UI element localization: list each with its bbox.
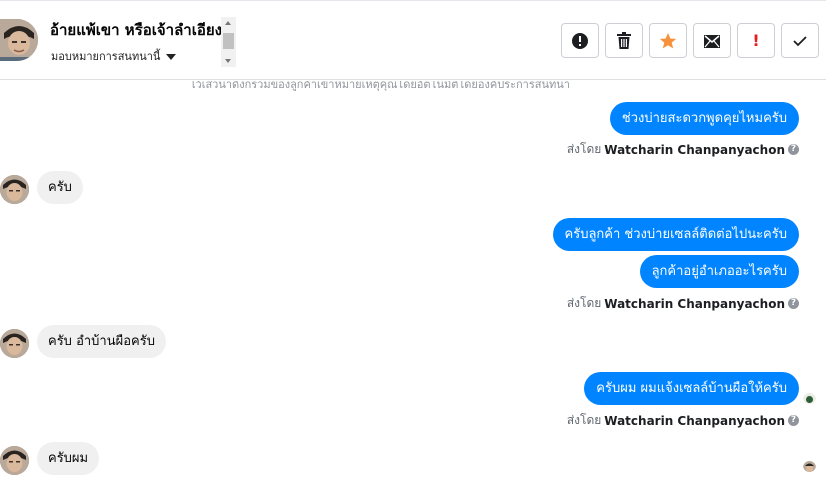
checkmark-icon: [793, 35, 807, 46]
delete-button[interactable]: [605, 23, 643, 58]
conversation-actions: !: [561, 23, 819, 58]
message-outgoing[interactable]: ช่วงบ่ายสะดวกพูดคุยไหมครับ: [609, 102, 799, 135]
sent-by-name[interactable]: Watcharin Chanpanyachon: [604, 414, 785, 428]
sent-by-line: ส่งโดย Watcharin Chanpanyachon ?: [567, 411, 799, 430]
seen-indicator-avatar: [803, 391, 816, 404]
delete-icon: [617, 31, 631, 49]
seen-avatar-photo: [803, 461, 816, 472]
info-icon[interactable]: ?: [788, 298, 799, 309]
mark-unread-button[interactable]: [693, 23, 731, 58]
important-button[interactable]: !: [737, 23, 775, 58]
thread-system-note: ไว้เสวนาดังกรวมของลูกค้าเข้าหมายเหตุคุณโ…: [190, 81, 570, 91]
header-scrollbar[interactable]: [221, 17, 236, 67]
mark-spam-button[interactable]: [561, 23, 599, 58]
contact-avatar[interactable]: [0, 19, 38, 61]
sent-by-name[interactable]: Watcharin Chanpanyachon: [604, 143, 785, 157]
info-icon[interactable]: ?: [788, 415, 799, 426]
avatar-photo: [0, 19, 38, 61]
avatar-photo: [0, 329, 29, 358]
message-outgoing[interactable]: ครับลูกค้า ช่วงบ่ายเซลล์ติดต่อไปนะครับ: [552, 218, 799, 251]
sent-by-line: ส่งโดย Watcharin Chanpanyachon ?: [567, 294, 799, 313]
important-icon: !: [752, 31, 760, 50]
scroll-up-icon[interactable]: [225, 21, 231, 25]
avatar-photo: [0, 446, 29, 475]
message-thread[interactable]: ไว้เสวนาดังกรวมของลูกค้าเข้าหมายเหตุคุณโ…: [0, 81, 826, 501]
sent-by-line: ส่งโดย Watcharin Chanpanyachon ?: [567, 140, 799, 159]
message-incoming[interactable]: ครับ: [37, 171, 83, 204]
sent-by-name[interactable]: Watcharin Chanpanyachon: [604, 297, 785, 311]
customer-avatar[interactable]: [0, 175, 29, 204]
star-button[interactable]: [649, 23, 687, 58]
message-outgoing[interactable]: ลูกค้าอยู่อำเภออะไรครับ: [639, 255, 799, 288]
mark-unread-icon: [704, 34, 720, 48]
sent-by-prefix: ส่งโดย: [566, 142, 602, 156]
chevron-down-icon: [166, 53, 177, 60]
info-icon[interactable]: ?: [788, 144, 799, 155]
mark-spam-icon: [572, 32, 588, 49]
assign-conversation-dropdown[interactable]: มอบหมายการสนทนานี้: [51, 47, 177, 65]
customer-avatar[interactable]: [0, 329, 29, 358]
sent-by-prefix: ส่งโดย: [566, 413, 602, 427]
scroll-thumb[interactable]: [223, 33, 234, 49]
message-incoming[interactable]: ครับผม: [37, 442, 100, 475]
message-outgoing[interactable]: ครับผม ผมแจ้งเซลล์บ้านผือให้ครับ: [584, 372, 799, 405]
customer-avatar[interactable]: [0, 446, 29, 475]
avatar-photo: [0, 175, 29, 204]
contact-name[interactable]: อ้ายแพ้เขา หรือเจ้าลำเอียง: [50, 18, 222, 42]
seen-avatar-photo: [803, 393, 816, 404]
message-incoming[interactable]: ครับ อำบ้านผือครับ: [37, 325, 166, 358]
assign-label: มอบหมายการสนทนานี้: [51, 50, 161, 63]
done-button[interactable]: [781, 23, 819, 58]
seen-indicator-avatar: [803, 459, 816, 472]
star-icon: [659, 32, 677, 48]
conversation-header: อ้ายแพ้เขา หรือเจ้าลำเอียง มอบหมายการสนท…: [0, 0, 826, 80]
scroll-down-icon[interactable]: [225, 59, 231, 63]
sent-by-prefix: ส่งโดย: [566, 296, 602, 310]
